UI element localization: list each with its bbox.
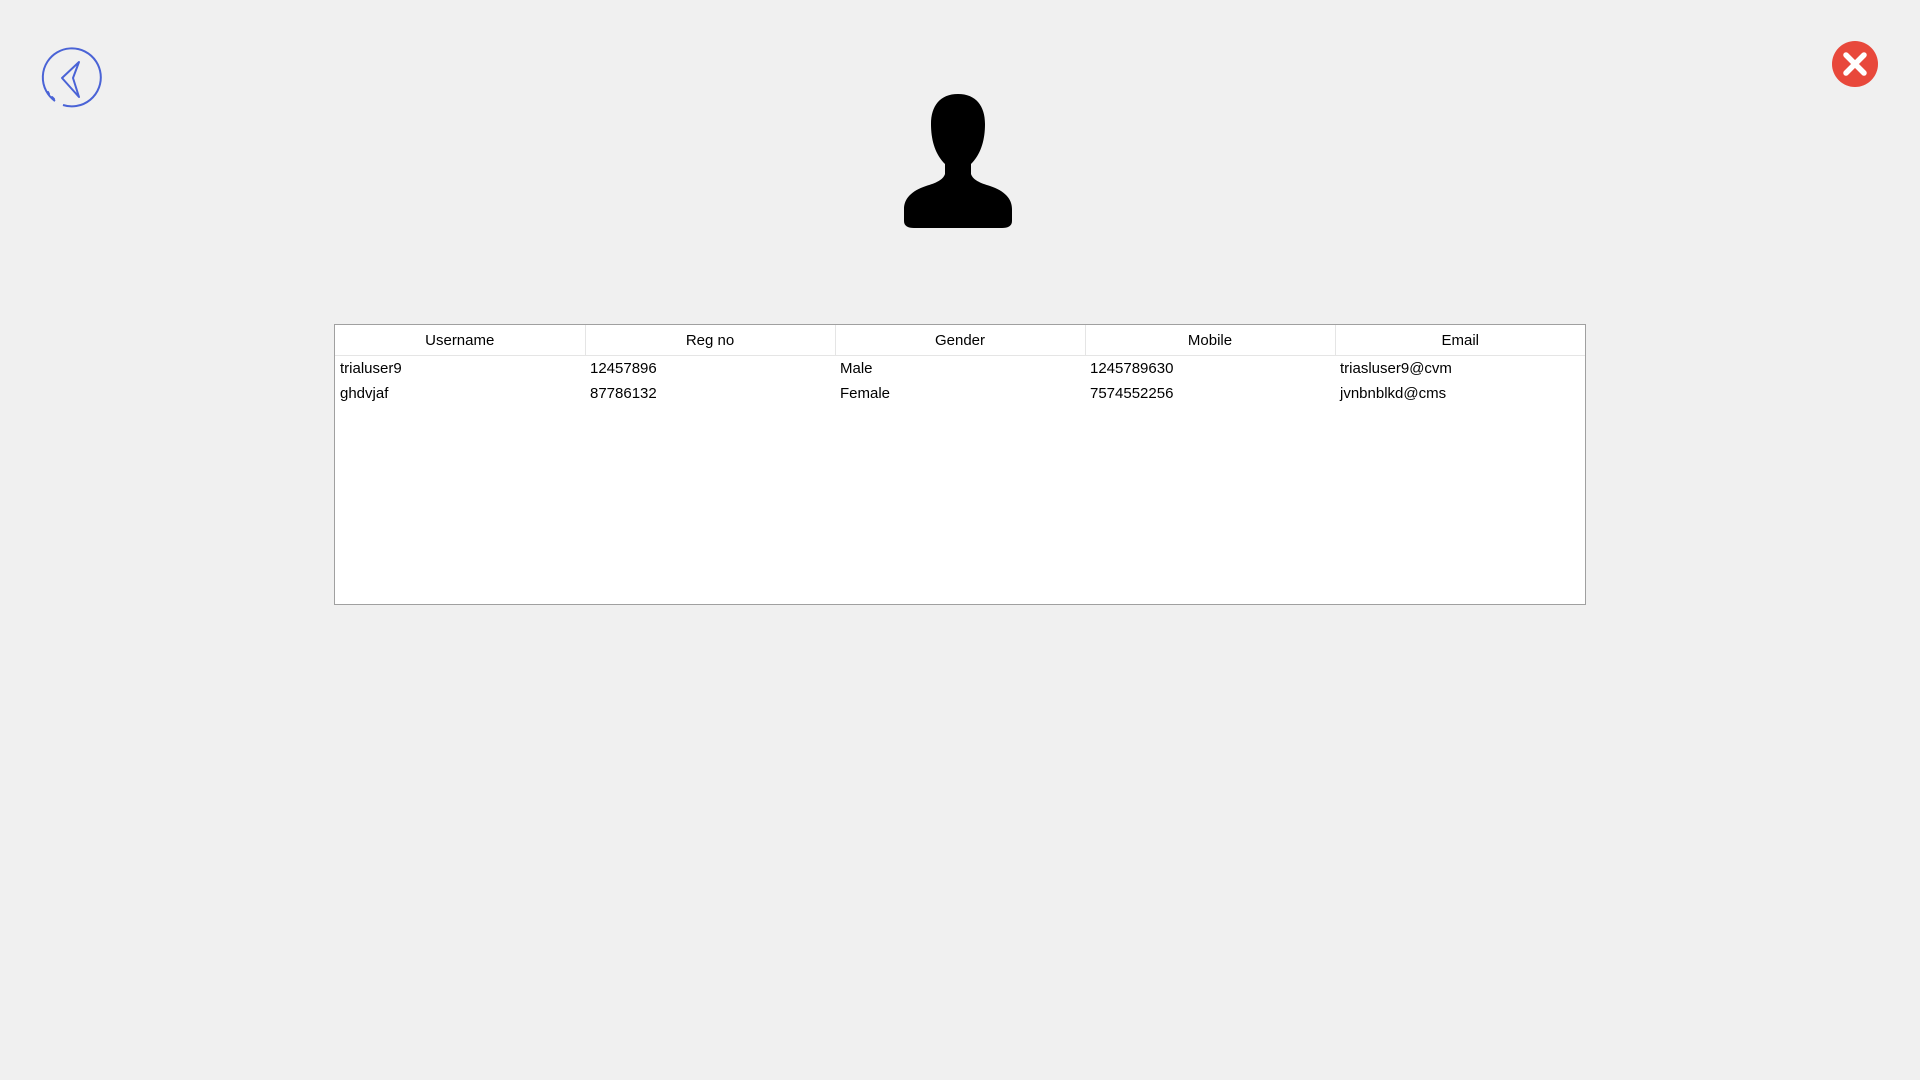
- cell-mobile[interactable]: 7574552256: [1085, 381, 1335, 406]
- close-button[interactable]: [1831, 40, 1879, 88]
- column-header-username[interactable]: Username: [335, 325, 586, 356]
- users-table[interactable]: Username Reg no Gender Mobile Email tria…: [334, 324, 1586, 605]
- column-header-mobile[interactable]: Mobile: [1085, 325, 1336, 356]
- cell-reg-no[interactable]: 12457896: [585, 356, 835, 382]
- cell-mobile[interactable]: 1245789630: [1085, 356, 1335, 382]
- user-details-window: Username Reg no Gender Mobile Email tria…: [0, 0, 1920, 1080]
- cell-email[interactable]: jvnbnblkd@cms: [1335, 381, 1585, 406]
- column-header-gender[interactable]: Gender: [835, 325, 1086, 356]
- cell-gender[interactable]: Female: [835, 381, 1085, 406]
- cell-username[interactable]: trialuser9: [335, 356, 585, 382]
- table-row[interactable]: ghdvjaf 87786132 Female 7574552256 jvnbn…: [335, 381, 1585, 406]
- back-button[interactable]: [41, 46, 105, 110]
- back-arrow-icon: [41, 47, 102, 108]
- cell-gender[interactable]: Male: [835, 356, 1085, 382]
- column-header-reg-no[interactable]: Reg no: [585, 325, 836, 356]
- cell-username[interactable]: ghdvjaf: [335, 381, 585, 406]
- cell-reg-no[interactable]: 87786132: [585, 381, 835, 406]
- table-row[interactable]: trialuser9 12457896 Male 1245789630 tria…: [335, 356, 1585, 382]
- user-silhouette-icon: [900, 92, 1016, 230]
- cell-email[interactable]: triasluser9@cvm: [1335, 356, 1585, 382]
- column-header-email[interactable]: Email: [1335, 325, 1585, 356]
- close-icon: [1832, 41, 1878, 87]
- table-header-row: Username Reg no Gender Mobile Email: [335, 325, 1585, 356]
